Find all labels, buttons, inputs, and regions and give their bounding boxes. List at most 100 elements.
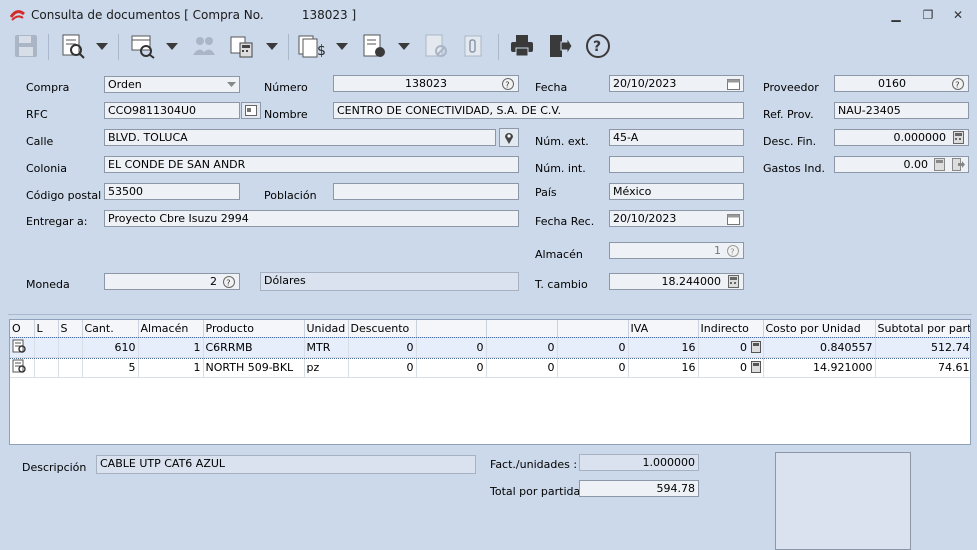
column-header[interactable]: Unidad: [304, 320, 349, 338]
search-icon[interactable]: ?: [724, 243, 742, 258]
entregar-a-label: Entregar a:: [26, 215, 88, 228]
pais-label: País: [535, 186, 557, 199]
t-cambio-label: T. cambio: [535, 278, 588, 291]
restore-button[interactable]: ❐: [918, 6, 938, 24]
grid-header: O L S Cant. Almacén Producto Unidad Desc…: [10, 320, 970, 338]
cell-unidad: pz: [304, 357, 349, 378]
nombre-label: Nombre: [264, 108, 308, 121]
toolbar-separator: [118, 34, 119, 60]
calculator-icon[interactable]: [725, 274, 742, 289]
column-header[interactable]: Almacén: [138, 320, 204, 338]
minimize-button[interactable]: ▁: [886, 6, 906, 24]
column-header[interactable]: [416, 320, 487, 338]
moneda-label: Moneda: [26, 278, 70, 291]
column-header[interactable]: L: [34, 320, 59, 338]
entregar-a-field[interactable]: Proyecto Cbre Isuzu 2994: [104, 210, 519, 227]
column-header[interactable]: Costo por Unidad: [763, 320, 876, 338]
num-ext-field[interactable]: 45-A: [609, 129, 744, 146]
ref-prov-field[interactable]: NAU-23405: [834, 102, 969, 119]
descripcion-label: Descripción: [22, 461, 87, 474]
table-row[interactable]: 610 1 C6RRMB MTR 0 0 0 0 16 0 0.840557 5…: [10, 336, 970, 359]
close-button[interactable]: ✕: [948, 6, 968, 24]
column-header[interactable]: S: [58, 320, 83, 338]
indirecto-value: 0: [740, 341, 747, 354]
row-detail-icon[interactable]: [10, 357, 35, 378]
column-header[interactable]: Subtotal por partida: [875, 320, 970, 338]
fecha-rec-label: Fecha Rec.: [535, 215, 595, 228]
row-detail-icon[interactable]: [10, 337, 35, 358]
calendar-icon[interactable]: [724, 76, 742, 91]
calle-field[interactable]: BLVD. TOLUCA: [104, 129, 496, 146]
total-partida-label: Total por partida: [490, 485, 581, 498]
search-icon[interactable]: ?: [949, 76, 967, 91]
items-grid[interactable]: O L S Cant. Almacén Producto Unidad Desc…: [9, 319, 971, 445]
column-header[interactable]: [486, 320, 558, 338]
chevron-down-icon[interactable]: [162, 32, 182, 60]
calculator-icon[interactable]: [931, 157, 947, 172]
toolbar-separator: [498, 34, 499, 60]
table-row[interactable]: 5 1 NORTH 509-BKL pz 0 0 0 0 16 0 14.921…: [10, 357, 970, 378]
compra-label: Compra: [26, 81, 70, 94]
users-icon[interactable]: [188, 32, 220, 60]
num-int-field[interactable]: [609, 156, 744, 173]
chevron-down-icon[interactable]: [332, 32, 352, 60]
rfc-field[interactable]: CCO9811304U0: [104, 102, 240, 119]
chevron-down-icon[interactable]: [223, 77, 239, 92]
document-view-icon[interactable]: [56, 32, 88, 60]
attach-document-icon[interactable]: [458, 32, 490, 60]
export-icon[interactable]: [949, 157, 967, 172]
cell-descuento-3: 0: [486, 337, 558, 358]
column-header[interactable]: Indirecto: [698, 320, 764, 338]
poblacion-field[interactable]: [333, 183, 519, 200]
cell-iva: 16: [628, 357, 699, 378]
card-icon[interactable]: [241, 102, 261, 119]
colonia-field[interactable]: EL CONDE DE SAN ANDR: [104, 156, 519, 173]
desc-fin-field[interactable]: 0.000000: [834, 129, 969, 146]
exit-icon[interactable]: [544, 32, 576, 60]
ref-prov-label: Ref. Prov.: [763, 108, 814, 121]
column-header[interactable]: O: [10, 320, 35, 338]
calculator-list-icon[interactable]: [226, 32, 258, 60]
descripcion-field: CABLE UTP CAT6 AZUL: [96, 455, 476, 474]
codigo-postal-field[interactable]: 53500: [104, 183, 240, 200]
cell-descuento-2: 0: [416, 357, 487, 378]
chevron-down-icon[interactable]: [394, 32, 414, 60]
fact-unidades-label: Fact./unidades :: [490, 458, 578, 471]
cancel-document-icon[interactable]: [420, 32, 452, 60]
calendar-icon[interactable]: [724, 211, 742, 226]
pais-field[interactable]: México: [609, 183, 744, 200]
column-header[interactable]: IVA: [628, 320, 699, 338]
product-image: [775, 452, 911, 550]
column-header[interactable]: Cant.: [82, 320, 139, 338]
save-icon[interactable]: [10, 32, 42, 60]
compra-select[interactable]: Orden: [104, 76, 240, 93]
column-header[interactable]: Descuento: [348, 320, 417, 338]
calculator-icon[interactable]: [750, 361, 761, 373]
print-icon[interactable]: [506, 32, 538, 60]
svg-text:?: ?: [593, 39, 601, 55]
numero-field[interactable]: 138023: [333, 75, 519, 92]
cell-unidad: MTR: [304, 337, 349, 358]
gastos-ind-label: Gastos Ind.: [763, 162, 825, 175]
currency-document-icon[interactable]: $: [294, 32, 330, 60]
calculator-icon[interactable]: [750, 341, 761, 353]
map-pin-icon[interactable]: [499, 128, 519, 147]
cell-costo: 14.921000: [763, 357, 876, 378]
cell-descuento-4: 0: [557, 357, 629, 378]
t-cambio-field[interactable]: 18.244000: [609, 273, 744, 290]
column-header[interactable]: [557, 320, 629, 338]
search-icon[interactable]: ?: [499, 76, 517, 91]
help-icon[interactable]: ?: [582, 32, 614, 60]
desc-fin-label: Desc. Fin.: [763, 135, 817, 148]
nombre-field[interactable]: CENTRO DE CONECTIVIDAD, S.A. DE C.V.: [333, 102, 744, 119]
column-header[interactable]: Producto: [203, 320, 305, 338]
chevron-down-icon[interactable]: [92, 32, 112, 60]
calculator-icon[interactable]: [950, 130, 967, 145]
find-document-icon[interactable]: [126, 32, 158, 60]
toolbar-separator: [48, 34, 49, 60]
num-int-label: Núm. int.: [535, 162, 586, 175]
checklist-document-icon[interactable]: [358, 32, 390, 60]
cell-s: [58, 357, 83, 378]
search-icon[interactable]: ?: [220, 274, 238, 289]
chevron-down-icon[interactable]: [262, 32, 282, 60]
